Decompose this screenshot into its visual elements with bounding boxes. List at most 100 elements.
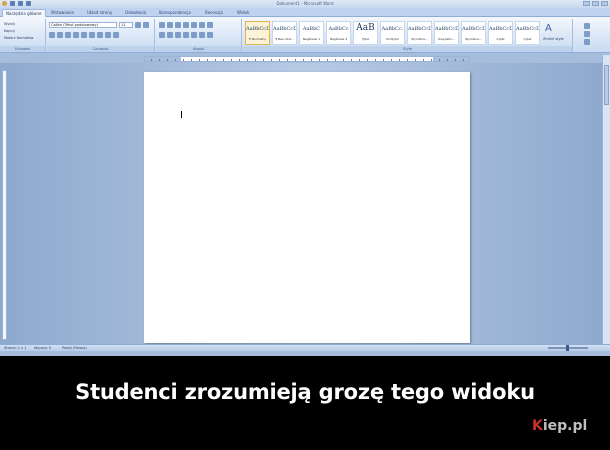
tab-mailings[interactable]: Korespondencja <box>156 9 194 17</box>
grow-font-icon[interactable] <box>135 22 141 28</box>
ruler-tick <box>431 59 432 61</box>
ruler-tick <box>439 59 440 61</box>
style-heading-2[interactable]: AaBbCc Nagłówek 2 <box>326 21 351 45</box>
replace-icon[interactable] <box>584 31 590 37</box>
align-buttons <box>159 32 213 38</box>
change-styles-label[interactable]: Zmień style <box>543 37 564 41</box>
style-title[interactable]: AaB Tytuł <box>353 21 378 45</box>
ribbon-tabs: Narzędzia główne Wstawianie Układ strony… <box>0 8 610 17</box>
find-icon[interactable] <box>584 23 590 29</box>
style-subtitle[interactable]: AaBbCc. Podtytuł <box>380 21 405 45</box>
vertical-ruler[interactable] <box>2 70 7 340</box>
style-name: ¶ Normalny <box>248 37 267 41</box>
word-count[interactable]: Wyrazy: 0 <box>34 345 51 351</box>
horizontal-ruler[interactable] <box>144 56 470 62</box>
numbering-icon[interactable] <box>167 22 173 28</box>
shading-icon[interactable] <box>199 32 205 38</box>
style-name: Cytat <box>523 37 532 41</box>
style-name: ¶ Bez odst... <box>275 37 294 41</box>
font-name-select[interactable]: Calibri (Tekst podstawowy) <box>49 22 117 28</box>
style-sample: AaBbCc. <box>381 26 404 32</box>
sort-icon[interactable] <box>199 22 205 28</box>
style-no-spacing[interactable]: AaBbCcDc ¶ Bez odst... <box>272 21 297 45</box>
highlight-icon[interactable] <box>105 32 111 38</box>
font-grow-shrink <box>135 22 149 28</box>
tab-page-layout[interactable]: Układ strony <box>84 9 115 17</box>
subscript-icon[interactable] <box>81 32 87 38</box>
tab-view[interactable]: Widok <box>234 9 252 17</box>
underline-icon[interactable] <box>65 32 71 38</box>
change-styles-icon[interactable]: A <box>545 23 552 34</box>
ruler-tick <box>391 59 392 61</box>
paragraph-group: Akapit <box>156 19 242 52</box>
shrink-font-icon[interactable] <box>143 22 149 28</box>
styles-group: AaBbCcDc ¶ Normalny AaBbCcDc ¶ Bez odst.… <box>243 19 573 52</box>
style-quote[interactable]: AaBbCcDc Cytat <box>488 21 513 45</box>
align-center-icon[interactable] <box>167 32 173 38</box>
align-left-icon[interactable] <box>159 32 165 38</box>
text-cursor <box>181 111 182 118</box>
ruler-tick <box>359 59 360 61</box>
change-case-icon[interactable] <box>97 32 103 38</box>
select-icon[interactable] <box>584 39 590 45</box>
logo-rest: iep.pl <box>542 418 588 434</box>
style-name: Nagłówek 2 <box>329 37 348 41</box>
window-title: Dokument1 - Microsoft Word <box>276 1 334 6</box>
superscript-icon[interactable] <box>89 32 95 38</box>
multilevel-list-icon[interactable] <box>175 22 181 28</box>
scrollbar-thumb[interactable] <box>604 65 609 105</box>
font-group: Calibri (Tekst podstawowy) 11 Czcionka <box>47 19 155 52</box>
format-painter-button[interactable]: Malarz formatów <box>4 36 33 40</box>
font-size-select[interactable]: 11 <box>119 22 133 28</box>
paragraph-group-label: Akapit <box>156 46 241 52</box>
bold-icon[interactable] <box>49 32 55 38</box>
caption-text: Studenci zrozumieją grozę tego widoku <box>75 380 535 404</box>
justify-icon[interactable] <box>183 32 189 38</box>
copy-button[interactable]: Kopiuj <box>4 29 15 33</box>
status-bar: Strona: 1 z 1 Wyrazy: 0 Polski (Polska) <box>0 344 610 351</box>
minimize-icon[interactable] <box>583 1 590 6</box>
style-intense-quote[interactable]: AaBbCcDc Cytat <box>515 21 540 45</box>
ruler-tick <box>231 59 232 61</box>
language-indicator[interactable]: Polski (Polska) <box>62 345 87 351</box>
tab-review[interactable]: Recenzja <box>202 9 226 17</box>
line-spacing-icon[interactable] <box>191 32 197 38</box>
align-right-icon[interactable] <box>175 32 181 38</box>
style-heading-1[interactable]: AaBbC Nagłówek 1 <box>299 21 324 45</box>
decrease-indent-icon[interactable] <box>183 22 189 28</box>
italic-icon[interactable] <box>57 32 63 38</box>
page-count[interactable]: Strona: 1 z 1 <box>4 345 26 351</box>
style-subtle-emphasis[interactable]: AaBbCcDc Wyróżnie... <box>407 21 432 45</box>
vertical-scrollbar[interactable] <box>602 55 610 345</box>
font-group-label: Czcionka <box>47 46 154 52</box>
zoom-slider-knob[interactable] <box>566 345 569 351</box>
bullets-icon[interactable] <box>159 22 165 28</box>
style-intense-emphasis[interactable]: AaBbCcDc Wyróżnie... <box>461 21 486 45</box>
ruler-tick <box>223 59 224 61</box>
tab-home[interactable]: Narzędzia główne <box>2 9 46 17</box>
pilcrow-icon[interactable] <box>207 22 213 28</box>
clipboard-group-label: Schowek <box>0 46 45 52</box>
ruler-tick <box>319 59 320 61</box>
style-normal[interactable]: AaBbCcDc ¶ Normalny <box>245 21 270 45</box>
style-sample: AaBbC <box>302 26 321 32</box>
increase-indent-icon[interactable] <box>191 22 197 28</box>
close-icon[interactable] <box>601 1 608 6</box>
style-sample: AaBbCcDc <box>462 26 485 32</box>
clipboard-group: Wytnij Kopiuj Malarz formatów Schowek <box>0 19 46 52</box>
font-color-icon[interactable] <box>113 32 119 38</box>
style-sample: AaBbCcDc <box>246 26 269 32</box>
ruler-tick <box>463 59 464 61</box>
style-sample: AaBbCc <box>328 26 349 32</box>
zoom-slider[interactable] <box>548 345 588 351</box>
cut-button[interactable]: Wytnij <box>4 22 15 26</box>
borders-icon[interactable] <box>207 32 213 38</box>
strikethrough-icon[interactable] <box>73 32 79 38</box>
maximize-icon[interactable] <box>592 1 599 6</box>
styles-group-label: Style <box>243 46 572 52</box>
tab-insert[interactable]: Wstawianie <box>48 9 77 17</box>
document-page[interactable] <box>144 72 470 343</box>
tab-references[interactable]: Odwołania <box>122 9 149 17</box>
ruler-tick <box>151 59 152 61</box>
style-emphasis[interactable]: AaBbCcDc Uwydatni... <box>434 21 459 45</box>
